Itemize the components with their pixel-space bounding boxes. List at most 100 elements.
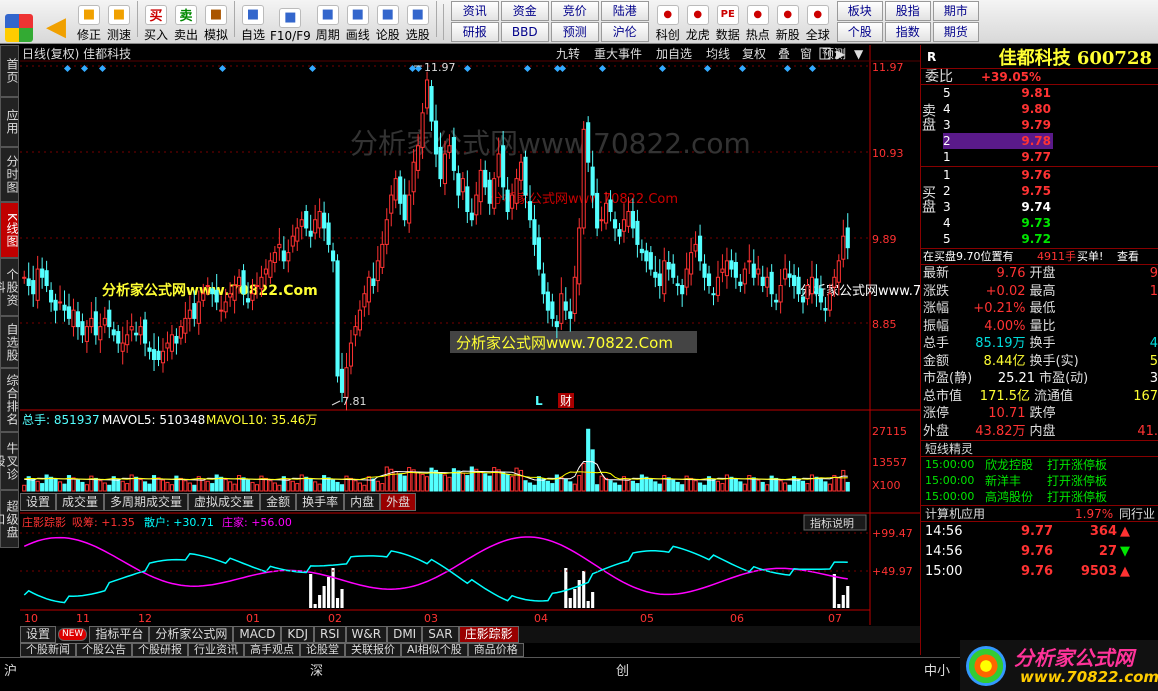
volume-bar[interactable]	[800, 480, 806, 492]
short-elf-item[interactable]: 15:00:00 高鸿股份 打开涨停板	[921, 489, 1158, 505]
volume-bar[interactable]	[169, 484, 175, 492]
chart-header-tab[interactable]: 复权	[742, 47, 766, 61]
volume-bar[interactable]	[317, 483, 322, 492]
volume-bar[interactable]	[644, 476, 649, 492]
candle-body[interactable]	[339, 368, 345, 393]
toolbar-button-10[interactable]: ■ 选股	[403, 1, 433, 43]
candle-body[interactable]	[330, 250, 336, 262]
candle-body[interactable]	[492, 178, 497, 209]
volume-bar[interactable]	[210, 483, 215, 492]
volume-bar[interactable]	[747, 475, 752, 492]
candle-body[interactable]	[774, 299, 779, 303]
candle-body[interactable]	[487, 179, 492, 204]
candle-body[interactable]	[160, 350, 166, 364]
left-tab-6[interactable]: 综合排名	[0, 368, 19, 432]
volume-bar[interactable]	[532, 484, 537, 492]
volume-bar[interactable]	[675, 481, 680, 492]
candle-body[interactable]	[738, 281, 743, 287]
candle-body[interactable]	[684, 268, 689, 288]
volume-bar[interactable]	[845, 481, 850, 492]
chart-header-tab[interactable]: 叠	[778, 47, 790, 61]
candle-body[interactable]	[478, 169, 483, 203]
candle-body[interactable]	[747, 260, 752, 263]
candle-body[interactable]	[689, 252, 694, 275]
candle-body[interactable]	[599, 219, 604, 222]
candle-body[interactable]	[451, 137, 456, 171]
candle-body[interactable]	[630, 211, 635, 229]
candle-body[interactable]	[232, 285, 237, 301]
candle-body[interactable]	[223, 301, 228, 313]
candle-body[interactable]	[147, 347, 152, 352]
toolbar-grid-button[interactable]: 竞价	[550, 1, 599, 21]
candle-body[interactable]	[827, 293, 832, 311]
volume-bar[interactable]	[818, 479, 823, 492]
volume-bar[interactable]	[469, 466, 474, 492]
left-tab-0[interactable]: 首页	[0, 45, 19, 97]
candle-body[interactable]	[447, 145, 452, 153]
market-grid-button[interactable]: 个股	[836, 22, 883, 42]
candle-body[interactable]	[595, 192, 600, 229]
info-tab-0[interactable]: 个股新闻	[20, 643, 76, 657]
candle-body[interactable]	[514, 178, 519, 204]
volume-bar[interactable]	[438, 472, 443, 492]
volume-bar[interactable]	[550, 483, 555, 492]
candle-body[interactable]	[344, 367, 349, 398]
volume-bar[interactable]	[635, 483, 640, 492]
volume-bar[interactable]	[630, 480, 635, 492]
indicator-tab-1[interactable]: NEW	[58, 628, 88, 641]
candle-body[interactable]	[769, 271, 774, 295]
candle-body[interactable]	[26, 278, 31, 287]
volume-bar[interactable]	[823, 481, 828, 492]
toolbar-button-0[interactable]: ■ 修正	[74, 1, 104, 43]
candle-body[interactable]	[192, 303, 197, 319]
toolbar-grid-button[interactable]: 研报	[450, 22, 499, 42]
candle-body[interactable]	[711, 293, 716, 296]
candle-body[interactable]	[581, 128, 586, 229]
candle-body[interactable]	[532, 219, 537, 245]
toolbar2-button-3[interactable]: ● 热点	[743, 1, 773, 43]
indicator-tab-7[interactable]: W&R	[345, 626, 388, 643]
toolbar-grid-button[interactable]: 沪伦	[600, 22, 649, 42]
buy-level[interactable]: 5 9.72	[943, 231, 1053, 247]
volume-bar[interactable]	[263, 477, 268, 492]
indicator-tab-9[interactable]: SAR	[422, 626, 459, 643]
volume-bar[interactable]	[308, 479, 313, 492]
candle-body[interactable]	[245, 298, 251, 303]
candle-body[interactable]	[317, 211, 322, 229]
volume-tab-2[interactable]: 多周期成交量	[104, 493, 189, 511]
chart-header-tab[interactable]: 重大事件	[594, 47, 642, 61]
volume-bar[interactable]	[134, 476, 139, 492]
buy-level[interactable]: 1 9.76	[943, 167, 1053, 183]
candle-body[interactable]	[348, 342, 354, 367]
candle-body[interactable]	[66, 306, 72, 319]
candle-body[interactable]	[53, 299, 58, 311]
candle-body[interactable]	[134, 332, 139, 336]
ticker-view-link[interactable]: 查看	[1117, 249, 1139, 264]
volume-bar[interactable]	[398, 473, 403, 492]
candle-body[interactable]	[563, 301, 568, 311]
volume-bar[interactable]	[53, 479, 58, 492]
candle-body[interactable]	[671, 263, 676, 278]
volume-bar[interactable]	[57, 481, 63, 492]
candle-body[interactable]	[720, 268, 725, 273]
buy-level[interactable]: 4 9.73	[943, 215, 1053, 231]
candle-body[interactable]	[250, 293, 255, 301]
volume-bar[interactable]	[129, 474, 134, 492]
candle-body[interactable]	[375, 260, 380, 282]
volume-bar[interactable]	[774, 477, 779, 492]
chart-svg[interactable]: 分析家公式网www.70822.com 分析家公式网www.70822.Com 分析…	[20, 45, 988, 630]
candle-body[interactable]	[590, 166, 595, 196]
candle-body[interactable]	[702, 263, 707, 278]
toolbar2-button-2[interactable]: PE 数据	[713, 1, 743, 43]
candle-body[interactable]	[402, 194, 407, 221]
volume-bar[interactable]	[353, 480, 358, 492]
windows-menu-button[interactable]	[0, 1, 38, 43]
volume-bar[interactable]	[518, 469, 524, 492]
candle-body[interactable]	[733, 261, 738, 278]
volume-bar[interactable]	[384, 466, 389, 492]
candle-body[interactable]	[787, 273, 792, 278]
volume-bar[interactable]	[626, 478, 631, 492]
candle-body[interactable]	[178, 326, 183, 339]
toolbar-button-6[interactable]: ■ F10/F9	[268, 1, 313, 43]
candle-body[interactable]	[286, 252, 291, 262]
